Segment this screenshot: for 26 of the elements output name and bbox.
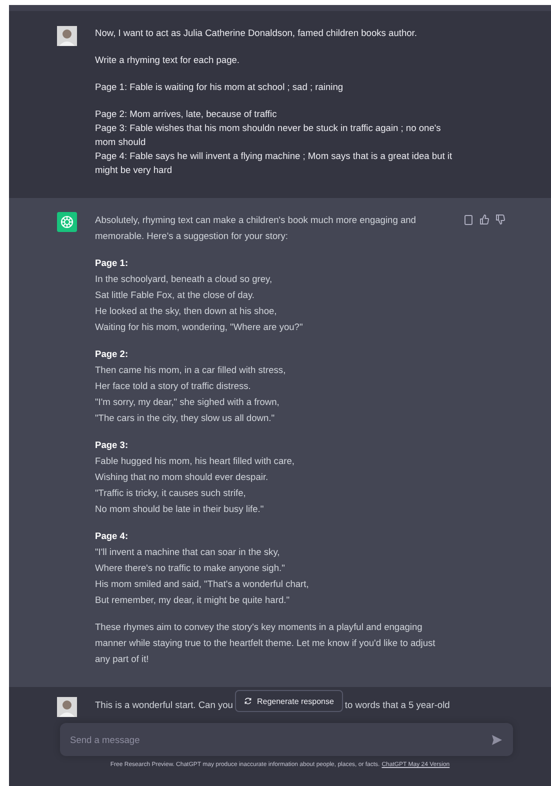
message-text: to words that a 5 year-old: [344, 700, 450, 710]
user-avatar: [57, 697, 77, 717]
message-text: Write a rhyming text for each page.: [95, 54, 241, 67]
stanza-text: Then came his mom, in a car filled with stress, Her face told a story of traffic distress. "I'm sorry, my dear," she sighed with a frown, "The cars in the city, they slow us all down.": [95, 364, 287, 425]
message-text: Absolutely, rhyming text can make a children's book much more engaging and memorable. Here's a suggestion for your story:: [95, 214, 417, 243]
message-input[interactable]: Send a message: [60, 723, 513, 756]
stanza-heading: Page 2:: [95, 348, 130, 361]
thumbs-up-icon[interactable]: [479, 214, 490, 225]
message-text: Page 1: Fable is waiting for his mom at school ; sad ; raining: [95, 81, 344, 94]
message-text: These rhymes aim to convey the story's key moments in a playful and engaging manner while staying true to the heartfelt theme. Let me know if you'd like to adjust any part of it!: [95, 621, 436, 666]
copy-icon[interactable]: [463, 214, 474, 225]
send-icon[interactable]: [491, 734, 503, 746]
message-text: This is a wonderful start. Can you: [95, 700, 233, 710]
assistant-logo-icon: [57, 212, 77, 232]
refresh-icon: [244, 697, 252, 705]
stanza-text: "I'll invent a machine that can soar in the sky, Where there's no traffic to make anyone sigh." His mom smiled and said, "That's a wonderful chart, But remember, my dear, it might be quite hard.": [95, 546, 310, 607]
thumbs-down-icon[interactable]: [495, 214, 506, 225]
stanza-text: In the schoolyard, beneath a cloud so grey, Sat little Fable Fox, at the close of day. He looked at the sky, then down at his shoe, Waiting for his mom, wondering, "Where are you?": [95, 273, 304, 334]
message-text: Page 2: Mom arrives, late, because of traffic Page 3: Fable wishes that his mom shouldn never be stuck in traffic again ; no one's mom should Page 4: Fable says he will invent a flying machine ; Mom says that is a great idea but it might be very hard: [95, 108, 453, 177]
stanza-heading: Page 4:: [95, 530, 130, 543]
stanza-text: Fable hugged his mom, his heart filled with care, Wishing that no mom should ever despair. "Traffic is tricky, it causes such strife, No mom should be late in their busy life.": [95, 455, 296, 516]
regenerate-button[interactable]: Regenerate response: [234, 690, 343, 712]
user-avatar: [57, 26, 77, 46]
stanza-heading: Page 3:: [95, 439, 130, 452]
stanza-heading: Page 1:: [95, 257, 130, 270]
message-text: Now, I want to act as Julia Catherine Donaldson, famed children books author.: [95, 27, 418, 40]
